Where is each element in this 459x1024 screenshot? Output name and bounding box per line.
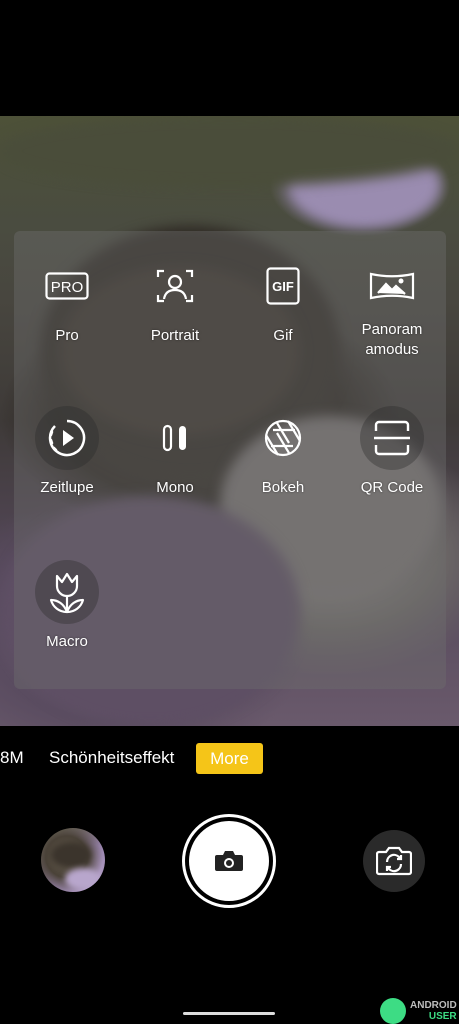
aperture-icon [251, 406, 315, 470]
watermark-line1: ANDROID [410, 1000, 457, 1011]
mode-pro[interactable]: PRO Pro [17, 254, 117, 346]
mode-label: Panoram amodus [361, 321, 423, 358]
switch-camera-button[interactable] [363, 830, 425, 892]
mode-tab-beauty[interactable]: Schönheitseffekt [49, 748, 174, 768]
panorama-icon [360, 254, 424, 318]
tulip-icon [35, 560, 99, 624]
mode-mono[interactable]: Mono [125, 406, 225, 498]
mono-icon [143, 406, 207, 470]
shutter-button[interactable] [182, 814, 276, 908]
mode-bokeh[interactable]: Bokeh [233, 406, 333, 498]
watermark: ANDROID USER [380, 998, 459, 1024]
mode-qrcode[interactable]: QR Code [342, 406, 442, 498]
mode-portrait[interactable]: Portrait [125, 254, 225, 346]
svg-text:GIF: GIF [272, 279, 294, 294]
mode-label: Gif [273, 327, 293, 344]
camera-switch-icon [376, 846, 412, 876]
mode-label: Portrait [150, 327, 200, 344]
mode-zeitlupe[interactable]: Zeitlupe [17, 406, 117, 498]
svg-text:PRO: PRO [51, 279, 84, 296]
mode-label: Macro [46, 633, 88, 650]
gallery-thumbnail[interactable] [41, 828, 105, 892]
shutter-inner [189, 821, 269, 901]
mode-tab-8m[interactable]: 8M [0, 748, 24, 768]
mode-gif[interactable]: GIF Gif [233, 254, 333, 346]
qr-scan-icon [360, 406, 424, 470]
mode-label: QR Code [360, 479, 424, 496]
slow-motion-icon [35, 406, 99, 470]
portrait-icon [143, 254, 207, 318]
more-label: More [210, 748, 249, 768]
pro-badge-icon: PRO [35, 254, 99, 318]
mode-tab-more[interactable]: More [196, 743, 263, 774]
mode-label: Zeitlupe [40, 479, 94, 496]
mode-label: Pro [55, 327, 79, 344]
mode-macro[interactable]: Macro [17, 560, 117, 652]
mode-label: Bokeh [261, 479, 305, 496]
watermark-line2: USER [428, 1011, 457, 1022]
android-logo-icon [380, 998, 406, 1024]
mode-panorama[interactable]: Panoram amodus [342, 254, 442, 360]
gif-icon: GIF [251, 254, 315, 318]
mode-label: Mono [156, 479, 194, 496]
camera-icon [215, 851, 243, 871]
gesture-home-bar[interactable] [183, 1012, 275, 1015]
